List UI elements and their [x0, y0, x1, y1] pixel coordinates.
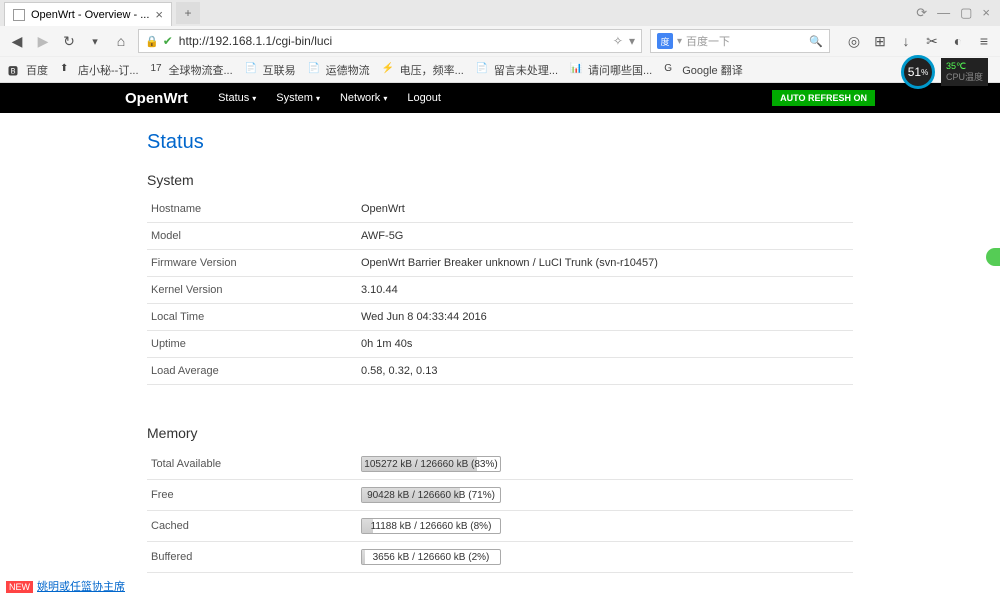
ext-icon-2[interactable]: ⊞	[872, 33, 888, 49]
page-title: Status	[147, 131, 853, 154]
url-bar[interactable]: 🔒 ✔ http://192.168.1.1/cgi-bin/luci ✧ ▾	[138, 29, 642, 53]
minimize-icon[interactable]: —	[937, 5, 950, 21]
browser-tab[interactable]: OpenWrt - Overview - ... ×	[4, 2, 172, 26]
cpu-widget: 51% 35℃ CPU温度	[901, 55, 988, 89]
table-row: Buffered3656 kB / 126660 kB (2%)	[147, 542, 853, 573]
reload-button[interactable]: ↻	[60, 32, 78, 50]
page-content: OpenWrt Status▾System▾Network▾Logout AUT…	[0, 83, 1000, 599]
url-text: http://192.168.1.1/cgi-bin/luci	[179, 34, 607, 48]
dropdown-icon[interactable]: ▾	[629, 34, 635, 48]
memory-table: Total Available105272 kB / 126660 kB (83…	[147, 449, 853, 573]
bookmark-item[interactable]: ⬆店小秘--订...	[60, 62, 139, 78]
progress-bar: 105272 kB / 126660 kB (83%)	[361, 456, 501, 472]
tab-title: OpenWrt - Overview - ...	[31, 9, 149, 21]
progress-bar: 11188 kB / 126660 kB (8%)	[361, 518, 501, 534]
table-row: Free90428 kB / 126660 kB (71%)	[147, 480, 853, 511]
app-header: OpenWrt Status▾System▾Network▾Logout AUT…	[0, 83, 1000, 113]
tab-bar: OpenWrt - Overview - ... × + ⟳ — ▢ ×	[0, 0, 1000, 26]
maximize-icon[interactable]: ▢	[960, 5, 972, 21]
bookmark-item[interactable]: 📄运德物流	[308, 62, 370, 78]
table-row: Load Average0.58, 0.32, 0.13	[147, 358, 853, 385]
brand[interactable]: OpenWrt	[125, 90, 188, 107]
ext-icon-3[interactable]: ↓	[898, 33, 914, 49]
search-bar[interactable]: 度 ▾ 百度一下 🔍	[650, 29, 830, 53]
cpu-temp: 35℃ CPU温度	[941, 58, 988, 86]
table-row: ModelAWF-5G	[147, 223, 853, 250]
table-row: Local TimeWed Jun 8 04:33:44 2016	[147, 304, 853, 331]
menu-icon[interactable]: ≡	[976, 33, 992, 49]
bookmark-item[interactable]: 🅱百度	[8, 62, 48, 78]
close-window-icon[interactable]: ×	[982, 5, 990, 21]
side-badge[interactable]	[986, 248, 1000, 266]
browser-toolbar: ◀ ▶ ↻ ▾ ⌂ 🔒 ✔ http://192.168.1.1/cgi-bin…	[0, 26, 1000, 56]
ext-icon-5[interactable]: ◐	[950, 33, 966, 49]
bookmark-item[interactable]: GGoogle 翻译	[664, 62, 743, 78]
page-icon	[13, 9, 25, 21]
search-placeholder: 百度一下	[686, 33, 805, 49]
bookmark-item[interactable]: 📄互联易	[245, 62, 296, 78]
bookmark-item[interactable]: 📄留言未处理...	[476, 62, 558, 78]
progress-bar: 90428 kB / 126660 kB (71%)	[361, 487, 501, 503]
nav-network[interactable]: Network▾	[330, 92, 397, 104]
ext-icon-1[interactable]: ◎	[846, 33, 862, 49]
nav-system[interactable]: System▾	[266, 92, 330, 104]
shield-icon: ✔	[163, 34, 173, 48]
table-row: Total Available105272 kB / 126660 kB (83…	[147, 449, 853, 480]
memory-heading: Memory	[147, 425, 853, 441]
search-engine-icon[interactable]: 度	[657, 33, 673, 49]
home-button[interactable]: ⌂	[112, 32, 130, 50]
search-icon[interactable]: 🔍	[809, 35, 823, 48]
cpu-percent-gauge: 51%	[901, 55, 935, 89]
lock-icon: 🔒	[145, 35, 159, 48]
table-row: Firmware VersionOpenWrt Barrier Breaker …	[147, 250, 853, 277]
stop-button[interactable]: ▾	[86, 32, 104, 50]
table-row: Kernel Version3.10.44	[147, 277, 853, 304]
bookmarks-bar: 🅱百度 ⬆店小秘--订... 17全球物流查... 📄互联易 📄运德物流 ⚡电压，频率..…	[0, 56, 1000, 82]
footer-news-link[interactable]: NEW姚明或任篮协主席	[6, 578, 125, 594]
nav-logout[interactable]: Logout	[397, 92, 451, 104]
nav-status[interactable]: Status▾	[208, 92, 266, 104]
extension-icons: ◎ ⊞ ↓ ✂ ◐ ≡	[838, 33, 992, 49]
sync-icon[interactable]: ⟳	[916, 5, 927, 21]
table-row: Uptime0h 1m 40s	[147, 331, 853, 358]
forward-button[interactable]: ▶	[34, 32, 52, 50]
table-row: HostnameOpenWrt	[147, 196, 853, 223]
system-heading: System	[147, 172, 853, 188]
system-table: HostnameOpenWrtModelAWF-5GFirmware Versi…	[147, 196, 853, 385]
new-tab-button[interactable]: +	[176, 2, 200, 24]
window-controls: ⟳ — ▢ ×	[916, 5, 1000, 21]
ext-icon-4[interactable]: ✂	[924, 33, 940, 49]
bookmark-item[interactable]: 📊请问哪些国...	[570, 62, 652, 78]
table-row: Cached11188 kB / 126660 kB (8%)	[147, 511, 853, 542]
progress-bar: 3656 kB / 126660 kB (2%)	[361, 549, 501, 565]
back-button[interactable]: ◀	[8, 32, 26, 50]
browser-chrome: OpenWrt - Overview - ... × + ⟳ — ▢ × ◀ ▶…	[0, 0, 1000, 83]
bookmark-item[interactable]: ⚡电压，频率...	[382, 62, 464, 78]
reader-icon[interactable]: ✧	[613, 34, 623, 48]
bookmark-item[interactable]: 17全球物流查...	[151, 62, 233, 78]
auto-refresh-badge[interactable]: AUTO REFRESH ON	[772, 90, 875, 106]
close-icon[interactable]: ×	[155, 7, 163, 22]
